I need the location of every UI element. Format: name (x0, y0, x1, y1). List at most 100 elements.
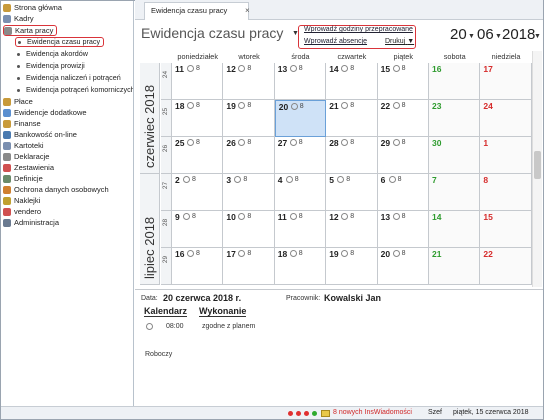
envelope-icon[interactable] (321, 410, 330, 417)
calendar-day-cell[interactable]: 12 8 (326, 211, 378, 248)
tab-ewidencja-czasu-pracy[interactable]: Ewidencja czasu pracy × (144, 2, 250, 20)
day-number: 28 (329, 138, 339, 148)
month-field[interactable]: 06 (477, 26, 494, 43)
hours-value: 8 (247, 139, 252, 146)
notifications-link[interactable]: 8 nowych InsWiadomości (333, 409, 412, 416)
calendar-day-cell[interactable]: 17 (480, 63, 532, 100)
calendar-day-cell[interactable]: 68 (377, 174, 429, 211)
sidebar-subitem-ewidencja-prowizji[interactable]: Ewidencja prowizji (17, 61, 85, 71)
calendar-day-cell[interactable]: 23 (429, 100, 481, 137)
calendar-day-cell[interactable]: 13 8 (377, 211, 429, 248)
clock-icon (4, 26, 12, 35)
sidebar-subitem-ewidencja-nalicze-i-potr-ce-[interactable]: Ewidencja naliczeń i potrąceń (17, 73, 121, 83)
sidebar-item-strona-g-wna[interactable]: Strona główna (3, 3, 62, 13)
hours-value: 8 (247, 213, 252, 220)
employee-value: Kowalski Jan (324, 293, 382, 303)
calendar-day-cell[interactable]: 14 (429, 211, 481, 248)
calendar-day-cell[interactable]: 12 8 (223, 63, 275, 100)
scrollbar-thumb[interactable] (534, 151, 541, 179)
cart-icon (3, 208, 11, 216)
sidebar-item-label: Finanse (14, 119, 41, 128)
calendar-day-cell[interactable]: 98 (172, 211, 224, 248)
sidebar-item-deklaracje[interactable]: Deklaracje (3, 152, 49, 162)
chevron-down-icon[interactable]: ▼ (534, 33, 541, 40)
calendar-day-cell[interactable]: 8 (480, 174, 532, 211)
calendar-day-cell[interactable]: 26 8 (223, 137, 275, 174)
calendar-day-cell[interactable]: 22 8 (377, 100, 429, 137)
sidebar-item-kartoteki[interactable]: Kartoteki (3, 141, 44, 151)
day-number: 14 (329, 64, 339, 74)
calendar-day-cell[interactable]: 20 8 (274, 100, 327, 137)
close-icon[interactable]: × (245, 3, 250, 19)
calendar-day-cell[interactable]: 11 8 (172, 63, 224, 100)
calendar-day-cell[interactable]: 58 (326, 174, 378, 211)
sidebar-subitem-ewidencja-potr-ce-komorniczych[interactable]: Ewidencja potrąceń komorniczych (17, 85, 134, 95)
calendar-day-cell[interactable]: 29 8 (377, 137, 429, 174)
calendar-day-cell[interactable]: 19 8 (223, 100, 275, 137)
day-number: 30 (432, 138, 442, 148)
calendar-day-cell[interactable]: 13 8 (274, 63, 327, 100)
calendar-day-cell[interactable]: 22 (480, 248, 532, 285)
clock-icon (187, 65, 194, 72)
sidebar-item-bankowo-on-line[interactable]: Bankowość on-line (3, 130, 77, 140)
sidebar-item-zestawienia[interactable]: Zestawienia (3, 163, 54, 173)
sidebar-item-label: Definicje (14, 174, 43, 183)
print-button[interactable]: Drukuj ▼ (385, 38, 414, 45)
calendar-day-cell[interactable]: 1 (480, 137, 532, 174)
sidebar-subitem-ewidencja-czasu-pracy[interactable]: Ewidencja czasu pracy (15, 37, 105, 47)
hours-value: 8 (298, 213, 303, 220)
enter-absence-link[interactable]: Wprowadź absencję (304, 38, 367, 45)
sidebar-subitem-label: Ewidencja potrąceń komorniczych (26, 85, 134, 94)
day-number: 20 (380, 249, 391, 259)
calendar-day-cell[interactable]: 14 8 (326, 63, 378, 100)
sidebar-item-kadry[interactable]: Kadry (3, 14, 34, 24)
day-number: 13 (380, 212, 391, 222)
sidebar-item-definicje[interactable]: Definicje (3, 174, 43, 184)
calendar-day-cell[interactable]: 18 8 (172, 100, 224, 137)
calendar-day-cell[interactable]: 28 8 (326, 137, 378, 174)
clock-icon (183, 176, 190, 183)
chevron-down-icon[interactable]: ▼ (495, 33, 502, 40)
chevron-down-icon[interactable]: ▼ (468, 33, 475, 40)
sidebar-item-naklejki[interactable]: Naklejki (3, 196, 40, 206)
sidebar-subitem-ewidencja-akord-w[interactable]: Ewidencja akordów (17, 49, 88, 59)
calendar-day-cell[interactable]: 27 8 (274, 137, 327, 174)
sidebar-item-p-ace[interactable]: Płace (3, 97, 33, 107)
hours-value: 8 (196, 250, 200, 257)
scrollbar[interactable] (532, 51, 542, 287)
calendar-day-cell[interactable]: 16 (429, 63, 481, 100)
sidebar-item-vendero[interactable]: vendero (3, 207, 41, 217)
sidebar-item-ewidencje-dodatkowe[interactable]: Ewidencje dodatkowe (3, 108, 87, 118)
calendar-day-cell[interactable]: 18 8 (274, 248, 327, 285)
status-dot-icon (312, 411, 317, 416)
enter-hours-link[interactable]: Wprowadź godziny przepracowane (304, 26, 413, 33)
calendar-day-cell[interactable]: 38 (223, 174, 275, 211)
calendar-day-cell[interactable]: 17 8 (223, 248, 275, 285)
calendar-day-cell[interactable]: 10 8 (223, 211, 275, 248)
day-number: 29 (380, 138, 391, 148)
calendar-day-cell[interactable]: 30 (429, 137, 481, 174)
calendar-day-cell[interactable]: 48 (274, 174, 327, 211)
day-number: 19 (226, 101, 236, 111)
calendar-day-cell[interactable]: 28 (172, 174, 224, 211)
day-number: 21 (329, 101, 339, 111)
calendar-day-cell[interactable]: 11 8 (274, 211, 327, 248)
calendar-day-cell[interactable]: 24 (480, 100, 532, 137)
calendar-day-cell[interactable]: 7 (429, 174, 481, 211)
calendar-day-cell[interactable]: 19 8 (326, 248, 378, 285)
sidebar-item-ochrona-danych-osobowych[interactable]: Ochrona danych osobowych (3, 185, 109, 195)
sidebar-item-karta-pracy[interactable]: Karta pracy (3, 25, 58, 36)
sidebar-item-finanse[interactable]: Finanse (3, 119, 41, 129)
calendar-day-cell[interactable]: 15 8 (377, 63, 429, 100)
sidebar-item-administracja[interactable]: Administracja (3, 218, 59, 228)
day-field[interactable]: 20 (450, 26, 467, 43)
year-field[interactable]: 2018 (502, 26, 535, 43)
calendar-day-cell[interactable]: 21 (429, 248, 481, 285)
calendar-day-cell[interactable]: 15 (480, 211, 532, 248)
calendar-day-cell[interactable]: 21 8 (326, 100, 378, 137)
calendar-day-cell[interactable]: 25 8 (172, 137, 224, 174)
hours-value: 8 (350, 102, 355, 109)
calendar-day-cell[interactable]: 16 8 (172, 248, 224, 285)
sidebar-item-label: Deklaracje (14, 152, 50, 161)
calendar-day-cell[interactable]: 20 8 (377, 248, 429, 285)
